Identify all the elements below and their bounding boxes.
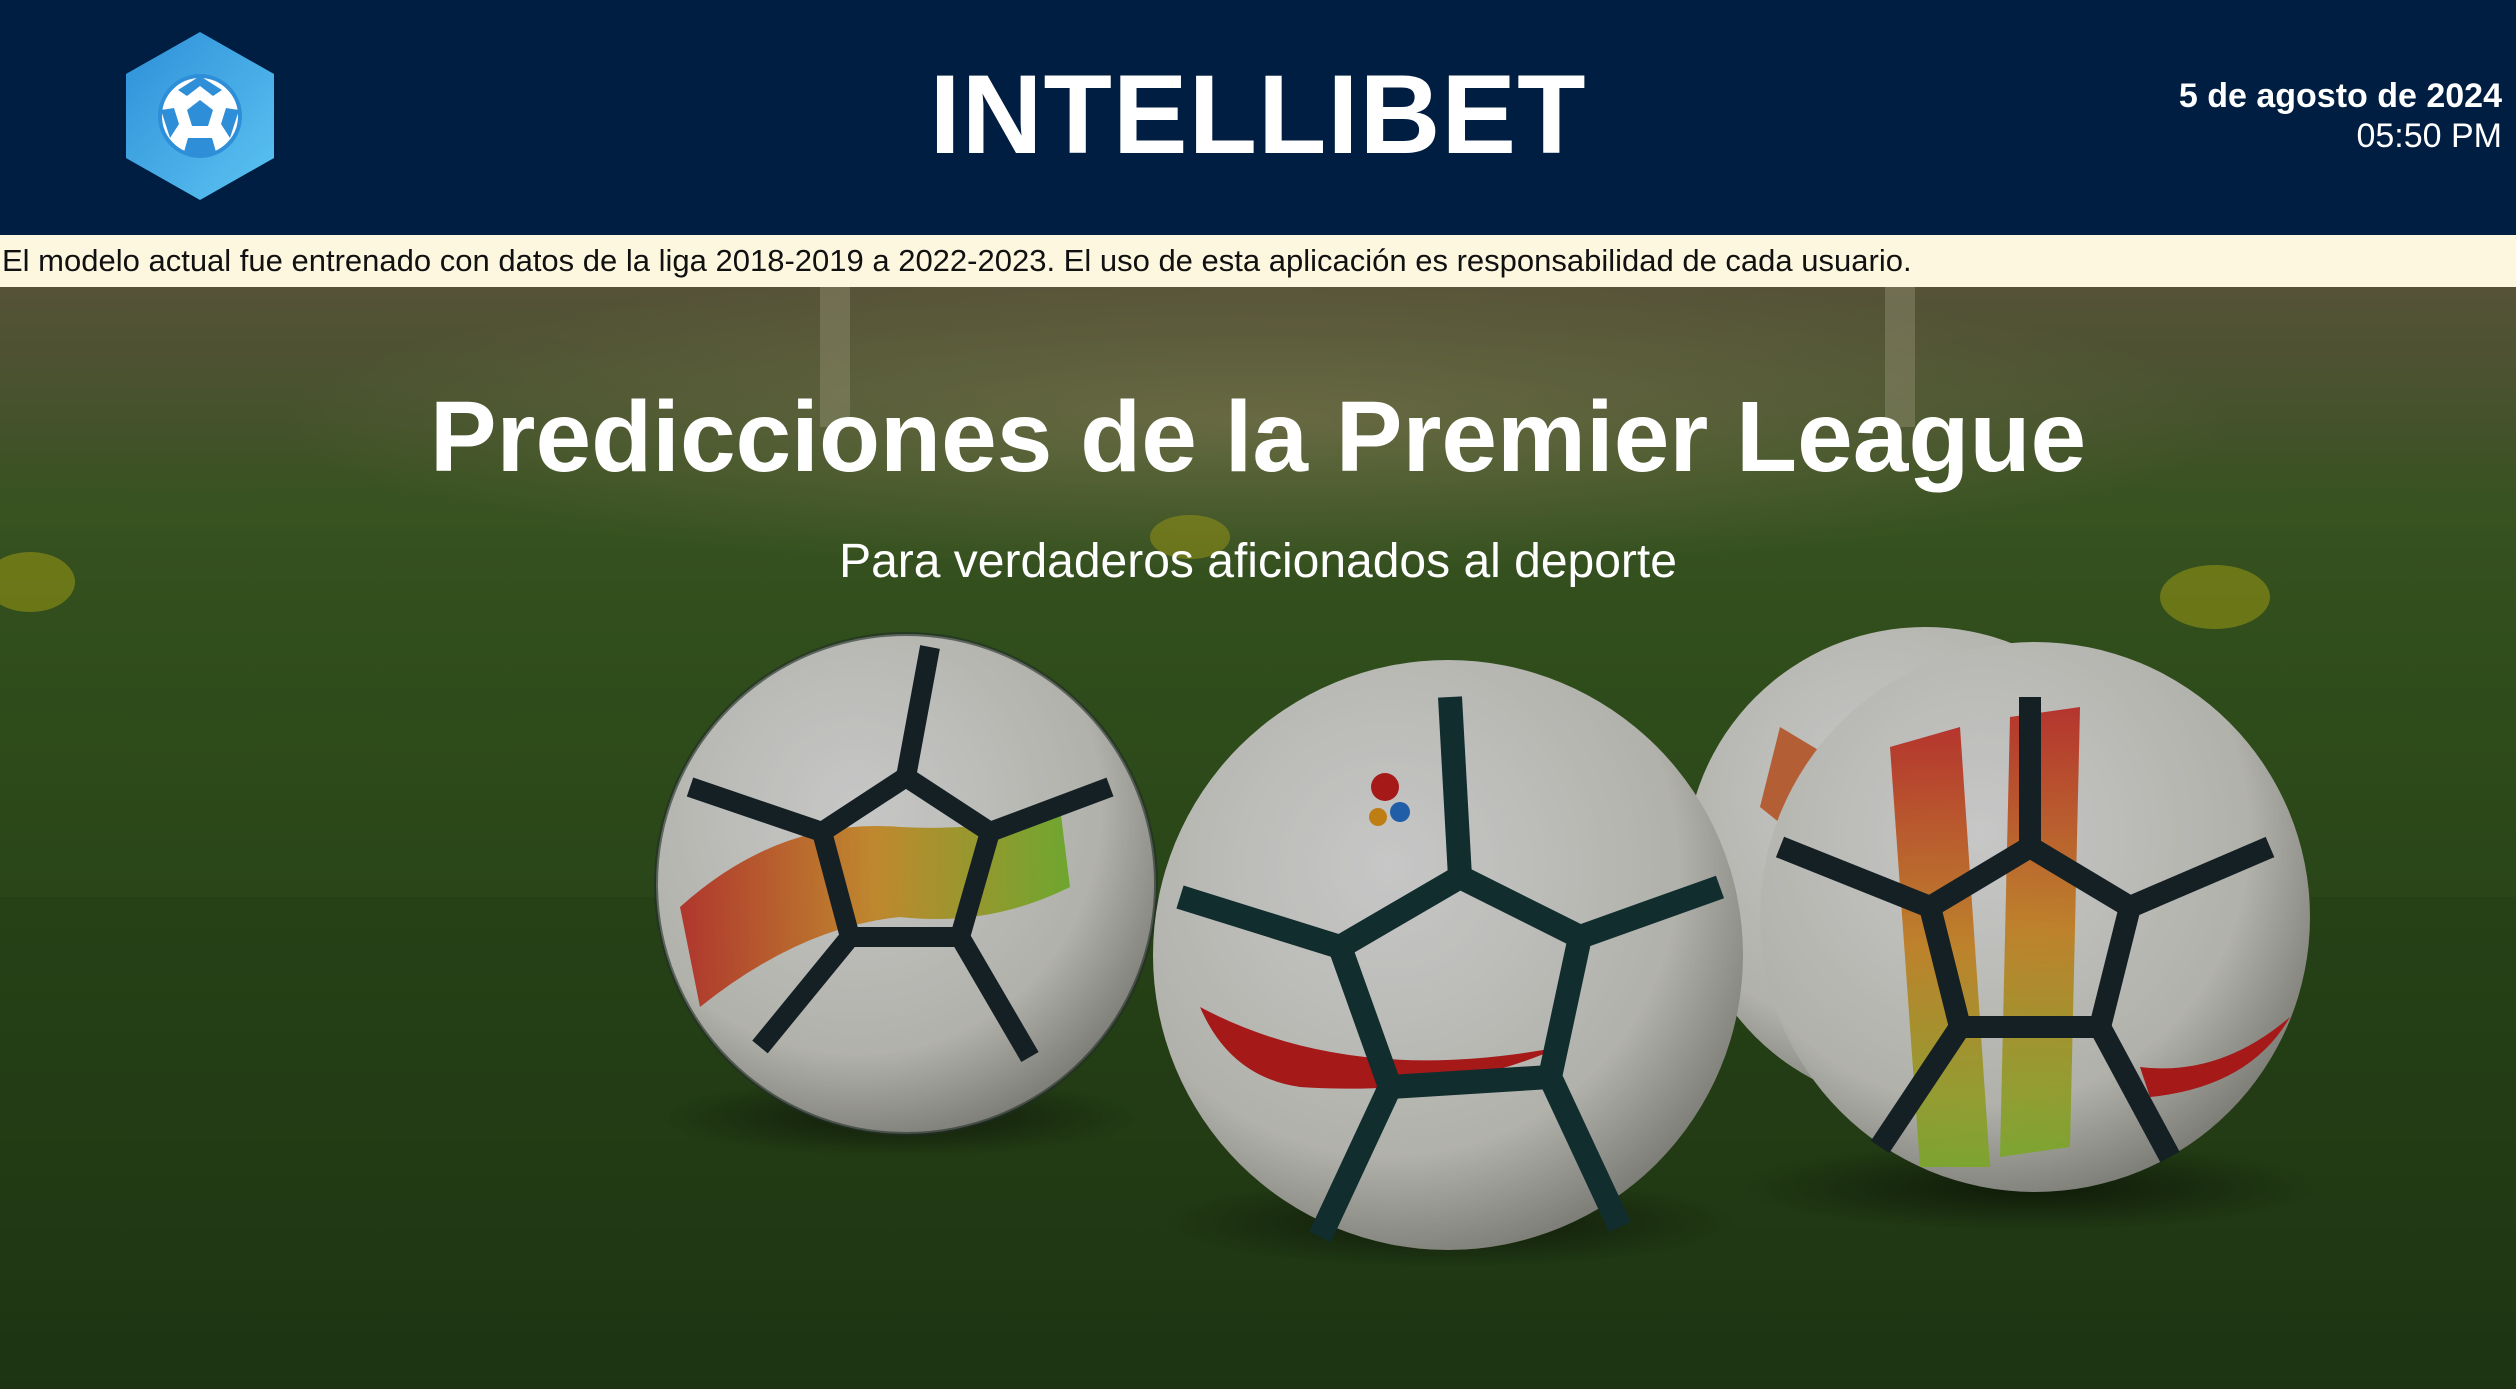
brand-title: INTELLIBET [929, 52, 1587, 177]
current-date: 5 de agosto de 2024 [2178, 77, 2502, 115]
hero-section: Predicciones de la Premier League Para v… [0, 287, 2516, 1389]
hero-title: Predicciones de la Premier League [429, 381, 2087, 493]
current-time: 05:50 PM [2356, 117, 2502, 155]
top-header: INTELLIBET 5 de agosto de 2024 05:50 PM [0, 0, 2516, 235]
disclaimer-banner: El modelo actual fue entrenado con datos… [0, 235, 2516, 287]
hero-subtitle: Para verdaderos aficionados al deporte [839, 535, 1677, 588]
date-time-display: 5 de agosto de 2024 05:50 PM [2179, 76, 2502, 156]
